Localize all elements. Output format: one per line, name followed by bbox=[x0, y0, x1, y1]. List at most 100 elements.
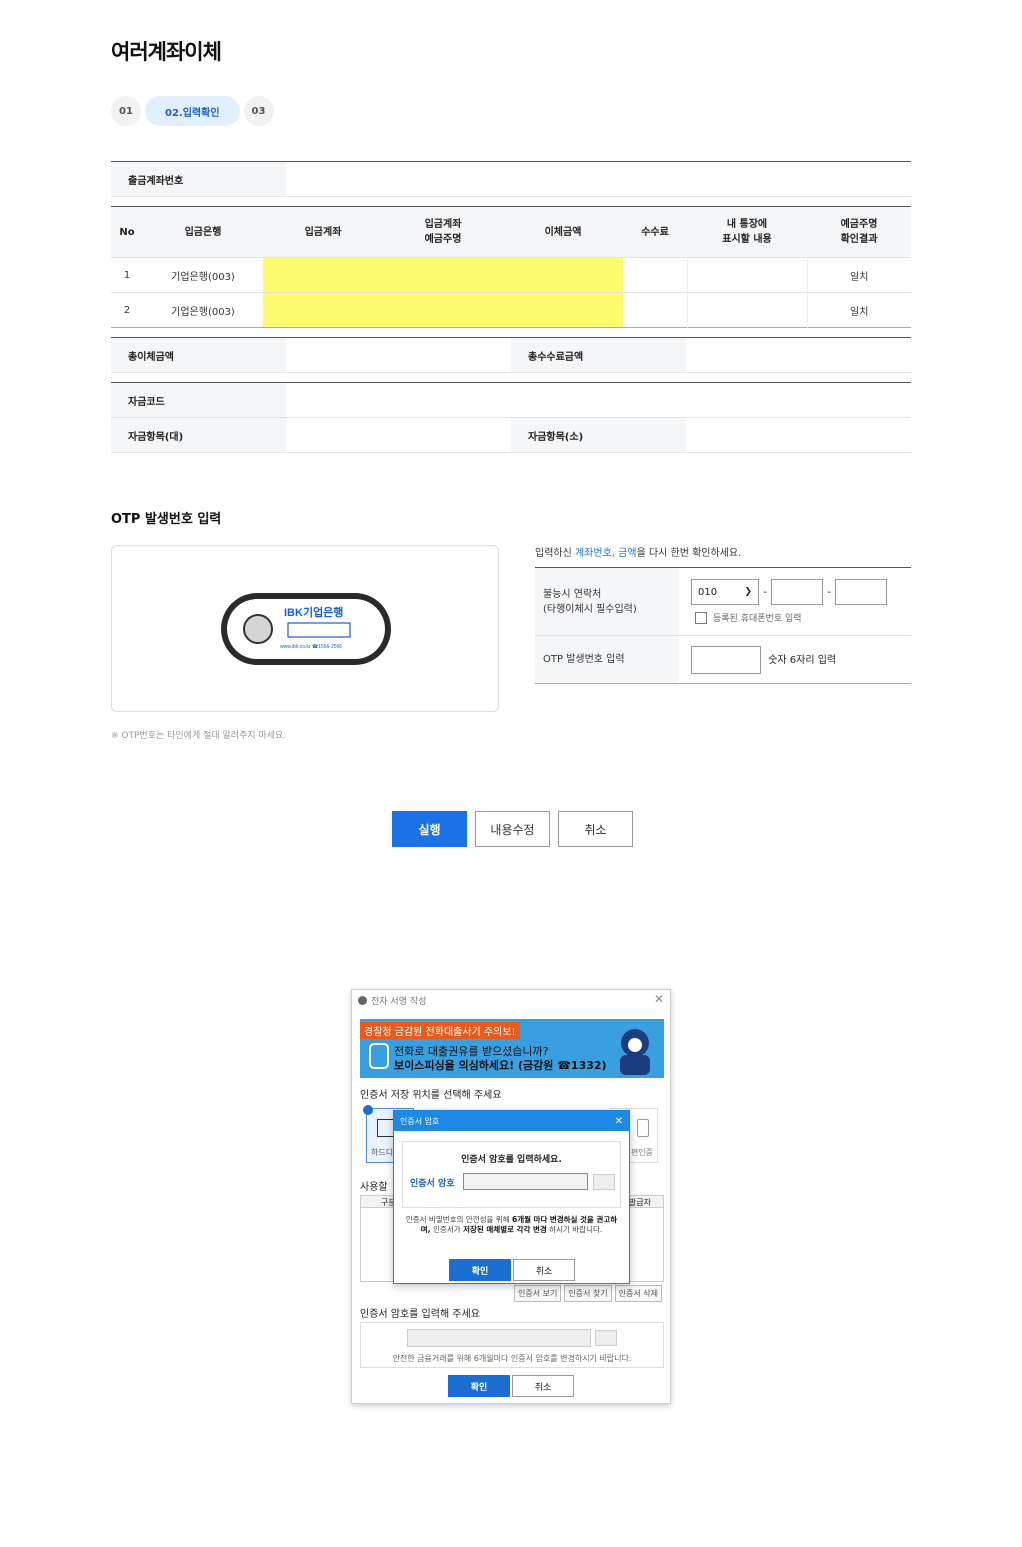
contact-label-line2: (타행이체시 필수입력) bbox=[543, 603, 637, 615]
otp-section-title: OTP 발생번호 입력 bbox=[111, 512, 222, 527]
cert-small-buttons: 인증서 보기 인증서 찾기 인증서 삭제 bbox=[513, 1285, 662, 1302]
fund-table: 자금코드 자금항목(대) 자금항목(소) bbox=[111, 382, 911, 453]
edit-button[interactable]: 내용수정 bbox=[475, 811, 550, 847]
otp-small-text: www.ibk.co.kr ☎1566-2566 bbox=[280, 644, 342, 650]
row-no: 2 bbox=[123, 304, 131, 316]
fund-code-value bbox=[286, 382, 911, 418]
chevron-down-icon: ❯ bbox=[744, 587, 752, 597]
otp-input-label: OTP 발생번호 입력 bbox=[535, 635, 679, 684]
phone-prefix-value: 010 bbox=[698, 586, 718, 598]
police-mascot-icon bbox=[620, 1029, 650, 1075]
total-fee-value bbox=[686, 337, 911, 373]
confirm-message: 입력하신 계좌번호, 금액을 다시 한번 확인하세요. bbox=[535, 544, 741, 559]
otp-number-input[interactable] bbox=[691, 645, 761, 674]
fund-major-value bbox=[286, 417, 511, 453]
cert-password-input[interactable] bbox=[407, 1329, 591, 1347]
table-row: 2 기업은행(003) 일치 bbox=[111, 292, 911, 328]
password-heading: 인증서 암호를 입력해 주세요 bbox=[360, 1309, 480, 1320]
otp-form-table: 불능시 연락처 (타행이체시 필수입력) 010 ❯ - - 등록된 휴대폰번호 입력… bbox=[535, 567, 911, 684]
password-popup: 인증서 암호 ✕ 인증서 암호를 입력하세요. 인증서 암호 인증서 비밀번호의… bbox=[393, 1110, 630, 1284]
out-account-table: 출금계좌번호 bbox=[111, 161, 911, 197]
registered-phone-label: 등록된 휴대폰번호 입력 bbox=[713, 614, 802, 624]
cancel-button[interactable]: 취소 bbox=[558, 811, 633, 847]
close-icon[interactable]: ✕ bbox=[654, 992, 664, 1006]
page-title: 여러계좌이체 bbox=[111, 40, 222, 64]
password-popup-note: 인증서 비밀번호의 안전성을 위해 6개월 마다 변경하실 것을 권고하며, 인… bbox=[404, 1215, 619, 1235]
col-amount: 이체금액 bbox=[503, 206, 623, 258]
keyboard-icon[interactable] bbox=[595, 1330, 617, 1346]
phone-dash: - bbox=[763, 586, 767, 598]
row-bank: 기업은행(003) bbox=[171, 306, 235, 318]
step-1: 01 bbox=[111, 96, 141, 126]
registered-phone-checkbox[interactable] bbox=[695, 611, 707, 624]
row-fee bbox=[623, 293, 687, 328]
col-result: 예금주명 확인결과 bbox=[807, 206, 911, 258]
popup-ok-button[interactable]: 확인 bbox=[449, 1259, 511, 1281]
total-amount-value bbox=[286, 337, 511, 373]
popup-cancel-button[interactable]: 취소 bbox=[513, 1259, 575, 1281]
cert-dialog-title: 전자 서명 작성 bbox=[358, 994, 426, 1007]
row-result: 일치 bbox=[806, 292, 911, 328]
fund-minor-label: 자금항목(소) bbox=[511, 417, 686, 453]
cert-cancel-button[interactable]: 취소 bbox=[512, 1375, 574, 1397]
keyboard-icon[interactable] bbox=[593, 1174, 615, 1190]
otp-device-panel: IBK기업은행 www.ibk.co.kr ☎1566-2566 bbox=[111, 545, 499, 712]
password-popup-message: 인증서 암호를 입력하세요. bbox=[461, 1155, 562, 1165]
confirm-account-link: 계좌번호, bbox=[574, 548, 615, 559]
col-fee: 수수료 bbox=[623, 206, 687, 258]
user-heading: 사용할 bbox=[360, 1182, 388, 1193]
phone-middle-input[interactable] bbox=[771, 579, 823, 605]
cert-ok-button[interactable]: 확인 bbox=[448, 1375, 510, 1397]
otp-brand-text: IBK기업은행 bbox=[284, 605, 343, 619]
transfer-grid: No 입금은행 입금계좌 입금계좌 예금주명 이체금액 수수료 내 통장에 표시… bbox=[111, 206, 911, 328]
otp-input-hint: 숫자 6자리 입력 bbox=[768, 654, 837, 666]
totals-table: 총이체금액 총수수료금액 bbox=[111, 337, 911, 373]
check-icon bbox=[363, 1105, 373, 1115]
out-account-value bbox=[286, 161, 911, 197]
mobile-icon bbox=[637, 1119, 649, 1137]
phone-dash: - bbox=[827, 586, 831, 598]
location-other-label: 편인증 bbox=[630, 1148, 653, 1157]
cert-list-col-issuer: 발급자 bbox=[628, 1198, 651, 1207]
cert-find-button[interactable]: 인증서 찾기 bbox=[564, 1285, 612, 1302]
fund-minor-value bbox=[686, 417, 911, 453]
step-3: 03 bbox=[243, 96, 274, 126]
row-holder bbox=[383, 292, 503, 328]
cert-view-button[interactable]: 인증서 보기 bbox=[513, 1285, 562, 1302]
col-holder: 입금계좌 예금주명 bbox=[383, 206, 503, 258]
note-bold-2: 저장된 매체별로 각각 변경 bbox=[463, 1225, 547, 1234]
row-account bbox=[263, 257, 383, 293]
cert-delete-button[interactable]: 인증서 삭제 bbox=[614, 1285, 662, 1302]
banner-line2: 보이스피싱을 의심하세요! (금감원 ☎1332) bbox=[394, 1059, 607, 1072]
phone-icon bbox=[369, 1043, 389, 1069]
confirm-prefix: 입력하신 bbox=[535, 548, 575, 559]
otp-device-image: IBK기업은행 www.ibk.co.kr ☎1566-2566 bbox=[221, 593, 391, 665]
password-field[interactable] bbox=[463, 1173, 588, 1190]
col-memo: 내 통장에 표시할 내용 bbox=[687, 206, 807, 258]
banner-tag: 경찰청 금감원 전화대출사기 주의보! bbox=[360, 1022, 520, 1039]
close-icon[interactable]: ✕ bbox=[615, 1116, 623, 1127]
row-memo bbox=[686, 257, 807, 293]
out-account-label: 출금계좌번호 bbox=[111, 161, 286, 197]
cert-dialog-buttons: 확인 취소 bbox=[448, 1375, 574, 1397]
row-holder bbox=[383, 257, 503, 293]
password-popup-buttons: 확인 취소 bbox=[449, 1259, 575, 1281]
fund-code-label: 자금코드 bbox=[111, 382, 286, 418]
password-popup-title: 인증서 암호 bbox=[400, 1116, 440, 1126]
voice-phishing-banner: 경찰청 금감원 전화대출사기 주의보! 전화로 대출권유를 받으셨습니까? 보이… bbox=[360, 1019, 664, 1078]
action-buttons: 실행 내용수정 취소 bbox=[392, 811, 633, 847]
password-popup-body: 인증서 암호를 입력하세요. 인증서 암호 bbox=[402, 1141, 621, 1208]
col-bank: 입금은행 bbox=[143, 206, 263, 258]
table-row: 1 기업은행(003) 일치 bbox=[111, 257, 911, 293]
total-fee-label: 총수수료금액 bbox=[511, 337, 686, 373]
row-account bbox=[263, 292, 383, 328]
otp-warning-note: ※ OTP번호는 타인에게 절대 알려주지 마세요. bbox=[111, 731, 287, 741]
phone-prefix-select[interactable]: 010 ❯ bbox=[691, 579, 759, 605]
note-text-1: 인증서 비밀번호의 안전성을 위해 bbox=[405, 1215, 512, 1224]
execute-button[interactable]: 실행 bbox=[392, 811, 467, 847]
grid-header: No 입금은행 입금계좌 입금계좌 예금주명 이체금액 수수료 내 통장에 표시… bbox=[111, 206, 911, 258]
col-no: No bbox=[111, 206, 143, 258]
password-field-label: 인증서 암호 bbox=[410, 1179, 455, 1189]
phone-last-input[interactable] bbox=[835, 579, 887, 605]
row-memo bbox=[686, 292, 807, 328]
